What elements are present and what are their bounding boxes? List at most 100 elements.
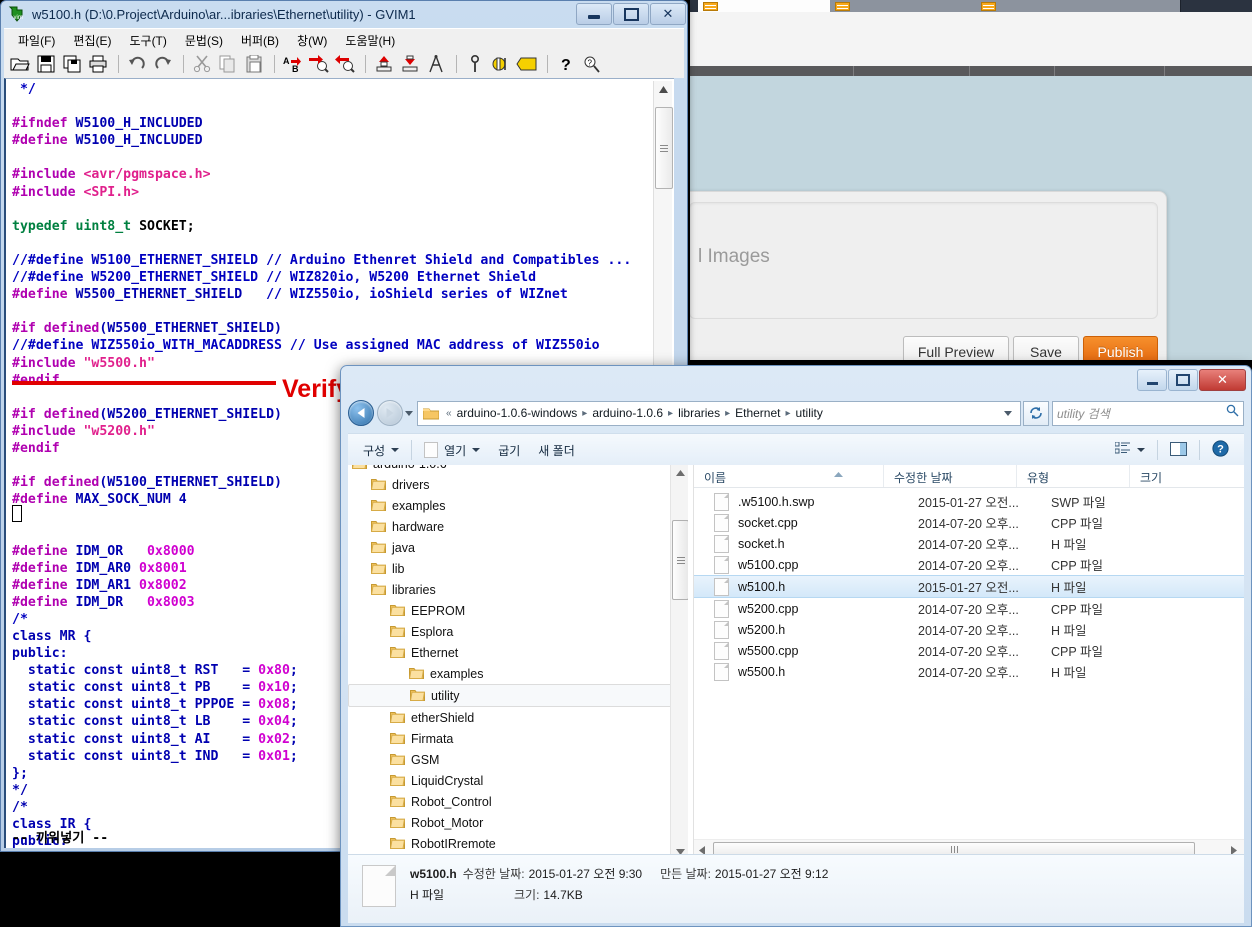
open-button[interactable]: 열기 xyxy=(415,438,489,463)
maximize-button[interactable] xyxy=(613,3,649,25)
refresh-button[interactable] xyxy=(1023,401,1049,426)
breadcrumb-item-2[interactable]: libraries xyxy=(676,406,722,420)
save-session-icon[interactable] xyxy=(398,52,422,76)
tree-item-ethershield[interactable]: etherShield xyxy=(348,707,688,728)
gvim-menu-6[interactable]: 도움말(H) xyxy=(336,30,404,51)
scroll-up-arrow-icon[interactable] xyxy=(671,465,688,481)
table-row[interactable]: w5200.cpp2014-07-20 오후...CPP 파일 xyxy=(694,598,1244,619)
run-script-icon[interactable] xyxy=(424,52,448,76)
table-row[interactable]: .w5100.h.swp2015-01-27 오전...SWP 파일 xyxy=(694,491,1244,512)
gvim-menu-4[interactable]: 버퍼(B) xyxy=(232,30,288,51)
forward-button[interactable] xyxy=(377,400,403,426)
shell-icon[interactable] xyxy=(489,52,513,76)
copy-icon[interactable] xyxy=(216,52,240,76)
tree-item-robotirremote[interactable]: RobotIRremote xyxy=(348,833,688,854)
table-row[interactable]: w5100.h2015-01-27 오전...H 파일 xyxy=(694,575,1244,598)
file-list-pane[interactable]: 이름수정한 날짜유형크기 .w5100.h.swp2015-01-27 오전..… xyxy=(694,465,1244,860)
explorer-window-controls[interactable]: ✕ xyxy=(1136,369,1246,391)
browser-tab-active[interactable] xyxy=(698,0,831,12)
print-icon[interactable] xyxy=(86,52,110,76)
minimize-button[interactable] xyxy=(576,3,612,25)
new-folder-button[interactable]: 새 폴더 xyxy=(529,438,583,463)
tree-item-hardware[interactable]: hardware xyxy=(348,516,688,537)
cut-icon[interactable] xyxy=(190,52,214,76)
breadcrumb-item-4[interactable]: utility xyxy=(794,406,825,420)
publish-button[interactable]: Publish xyxy=(1083,336,1158,360)
table-row[interactable]: socket.cpp2014-07-20 오후...CPP 파일 xyxy=(694,512,1244,533)
windows-explorer-window[interactable]: ✕ « arduino-1.0.6-windows▸arduino-1.0.6▸… xyxy=(340,365,1252,927)
browser-tab-2[interactable] xyxy=(830,0,977,12)
help-button[interactable]: ? xyxy=(1203,436,1238,464)
help-icon[interactable]: ? xyxy=(554,52,578,76)
column-headers[interactable]: 이름수정한 날짜유형크기 xyxy=(694,465,1244,488)
find-prev-icon[interactable] xyxy=(333,52,357,76)
preview-pane-button[interactable] xyxy=(1161,438,1196,463)
post-editor-textarea[interactable]: l Images xyxy=(690,202,1158,319)
browser-tab-4[interactable] xyxy=(1124,0,1181,12)
tree-item-utility[interactable]: utility xyxy=(348,684,684,707)
tree-item-eeprom[interactable]: EEPROM xyxy=(348,600,688,621)
recent-locations-dropdown-icon[interactable] xyxy=(403,411,415,416)
search-icon[interactable] xyxy=(1226,404,1239,422)
tree-item-java[interactable]: java xyxy=(348,537,688,558)
column-header-3[interactable]: 크기 xyxy=(1129,465,1209,487)
tree-item-esplora[interactable]: Esplora xyxy=(348,621,688,642)
table-row[interactable]: w5100.cpp2014-07-20 오후...CPP 파일 xyxy=(694,554,1244,575)
tree-item-libraries[interactable]: libraries xyxy=(348,579,688,600)
tag-icon[interactable] xyxy=(515,52,539,76)
tree-item-robot-control[interactable]: Robot_Control xyxy=(348,791,688,812)
address-bar[interactable]: « arduino-1.0.6-windows▸arduino-1.0.6▸li… xyxy=(417,401,1021,426)
breadcrumb-item-1[interactable]: arduino-1.0.6 xyxy=(590,406,665,420)
file-list[interactable]: .w5100.h.swp2015-01-27 오전...SWP 파일socket… xyxy=(694,491,1244,834)
save-button[interactable]: Save xyxy=(1013,336,1079,360)
tree-item-arduino-1-0-6[interactable]: arduino-1.0.6 xyxy=(348,465,688,474)
gvim-menu-0[interactable]: 파일(F) xyxy=(9,30,64,51)
redo-icon[interactable] xyxy=(151,52,175,76)
table-row[interactable]: socket.h2014-07-20 오후...H 파일 xyxy=(694,533,1244,554)
breadcrumb-item-3[interactable]: Ethernet xyxy=(733,406,782,420)
navigation-tree-pane[interactable]: arduino-1.0.6driversexampleshardwarejava… xyxy=(348,465,688,860)
find-replace-icon[interactable]: AB xyxy=(281,52,305,76)
search-input[interactable]: utility 검색 xyxy=(1052,401,1244,426)
gvim-toolbar[interactable]: AB?? xyxy=(4,50,684,78)
gvim-menu-3[interactable]: 문법(S) xyxy=(176,30,232,51)
tree-list[interactable]: arduino-1.0.6driversexampleshardwarejava… xyxy=(348,465,688,854)
undo-icon[interactable] xyxy=(125,52,149,76)
tree-item-lib[interactable]: lib xyxy=(348,558,688,579)
save-all-icon[interactable] xyxy=(60,52,84,76)
find-next-icon[interactable] xyxy=(307,52,331,76)
gvim-menu-1[interactable]: 편집(E) xyxy=(64,30,120,51)
gvim-menu-2[interactable]: 도구(T) xyxy=(120,30,175,51)
make-icon[interactable] xyxy=(463,52,487,76)
maximize-button[interactable] xyxy=(1168,369,1198,391)
scrollbar-thumb[interactable] xyxy=(672,520,688,600)
table-row[interactable]: w5500.cpp2014-07-20 오후...CPP 파일 xyxy=(694,640,1244,661)
tree-item-drivers[interactable]: drivers xyxy=(348,474,688,495)
gvim-window-controls[interactable]: ✕ xyxy=(575,3,686,25)
save-icon[interactable] xyxy=(34,52,58,76)
change-view-button[interactable] xyxy=(1106,438,1154,462)
breadcrumb[interactable]: arduino-1.0.6-windows▸arduino-1.0.6▸libr… xyxy=(455,406,825,420)
address-dropdown-icon[interactable] xyxy=(998,409,1018,418)
tree-item-firmata[interactable]: Firmata xyxy=(348,728,688,749)
tree-item-robot-motor[interactable]: Robot_Motor xyxy=(348,812,688,833)
gvim-menu-5[interactable]: 창(W) xyxy=(288,30,336,51)
tree-item-ethernet[interactable]: Ethernet xyxy=(348,642,688,663)
scroll-up-arrow-icon[interactable] xyxy=(654,81,672,97)
organize-button[interactable]: 구성 xyxy=(354,438,408,463)
tree-vertical-scrollbar[interactable] xyxy=(670,465,688,860)
open-icon[interactable] xyxy=(8,52,32,76)
explorer-navigation-bar[interactable]: « arduino-1.0.6-windows▸arduino-1.0.6▸li… xyxy=(348,398,1244,428)
full-preview-button[interactable]: Full Preview xyxy=(903,336,1009,360)
browser-tab-3[interactable] xyxy=(976,0,1125,12)
column-header-0[interactable]: 이름 xyxy=(694,465,883,487)
find-help-icon[interactable]: ? xyxy=(580,52,604,76)
close-button[interactable]: ✕ xyxy=(650,3,686,25)
column-header-1[interactable]: 수정한 날짜 xyxy=(883,465,1016,487)
minimize-button[interactable] xyxy=(1137,369,1167,391)
close-button[interactable]: ✕ xyxy=(1199,369,1246,391)
breadcrumb-item-0[interactable]: arduino-1.0.6-windows xyxy=(455,406,580,420)
tree-item-gsm[interactable]: GSM xyxy=(348,749,688,770)
back-button[interactable] xyxy=(348,400,374,426)
burn-button[interactable]: 굽기 xyxy=(489,438,529,463)
